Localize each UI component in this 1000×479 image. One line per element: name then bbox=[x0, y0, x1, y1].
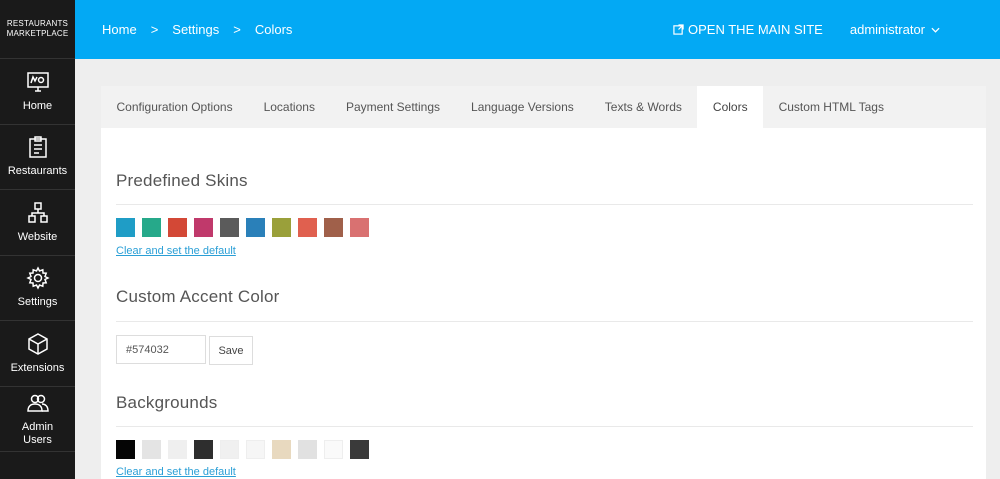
breadcrumb-settings[interactable]: Settings bbox=[172, 22, 219, 37]
background-swatch[interactable] bbox=[194, 440, 213, 459]
breadcrumb-separator: > bbox=[233, 22, 241, 37]
skin-swatch[interactable] bbox=[298, 218, 317, 237]
skin-swatches bbox=[116, 218, 376, 237]
sidebar-item-home[interactable]: Home bbox=[0, 59, 75, 125]
skin-swatch[interactable] bbox=[220, 218, 239, 237]
backgrounds-section: Backgrounds bbox=[116, 393, 973, 413]
background-swatch[interactable] bbox=[324, 440, 343, 459]
sidebar-item-label: Website bbox=[17, 230, 58, 243]
background-swatch[interactable] bbox=[272, 440, 291, 459]
divider bbox=[116, 426, 973, 427]
skin-swatch[interactable] bbox=[116, 218, 135, 237]
background-swatch[interactable] bbox=[246, 440, 265, 459]
skin-swatch[interactable] bbox=[142, 218, 161, 237]
section-title: Predefined Skins bbox=[116, 171, 248, 190]
clear-background-link[interactable]: Clear and set the default bbox=[116, 466, 236, 478]
brand-logo[interactable]: RESTAURANTS MARKETPLACE bbox=[0, 0, 75, 59]
user-name: administrator bbox=[849, 22, 925, 37]
sidebar-item-label-2: Users bbox=[23, 433, 52, 446]
users-icon bbox=[26, 394, 49, 412]
background-swatch[interactable] bbox=[350, 440, 369, 459]
skins-section: Predefined Skins bbox=[116, 171, 973, 191]
top-bar: Home > Settings > Colors OPEN THE MAIN S… bbox=[75, 0, 1000, 59]
sidebar-item-label: Home bbox=[22, 99, 53, 112]
sitemap-icon bbox=[27, 202, 48, 223]
background-swatches bbox=[116, 440, 376, 459]
sidebar-item-website[interactable]: Website bbox=[0, 190, 75, 256]
accent-section: Custom Accent Color bbox=[116, 287, 973, 307]
background-swatch[interactable] bbox=[168, 440, 187, 459]
background-swatch[interactable] bbox=[298, 440, 317, 459]
external-link-icon bbox=[673, 24, 684, 35]
skin-swatch[interactable] bbox=[324, 218, 343, 237]
sidebar-item-label: Settings bbox=[17, 296, 58, 309]
sidebar: RESTAURANTS MARKETPLACE Home Restaurants… bbox=[0, 0, 75, 479]
brand-line-2: MARKETPLACE bbox=[6, 29, 69, 38]
skin-swatch[interactable] bbox=[246, 218, 265, 237]
open-main-site-label: OPEN THE MAIN SITE bbox=[688, 22, 823, 37]
sidebar-item-admin-users[interactable]: Admin Users bbox=[0, 387, 75, 452]
sidebar-item-extensions[interactable]: Extensions bbox=[0, 321, 75, 387]
tab-configuration-options[interactable]: Configuration Options bbox=[101, 86, 248, 128]
clear-skin-link[interactable]: Clear and set the default bbox=[116, 245, 236, 257]
open-main-site-link[interactable]: OPEN THE MAIN SITE bbox=[673, 22, 823, 37]
cube-icon bbox=[27, 332, 48, 355]
tab-colors[interactable]: Colors bbox=[697, 86, 764, 128]
section-title: Custom Accent Color bbox=[116, 287, 280, 306]
sidebar-item-label: Restaurants bbox=[7, 165, 68, 178]
tab-bar: Configuration Options Locations Payment … bbox=[101, 86, 986, 128]
breadcrumb: Home > Settings > Colors bbox=[102, 22, 292, 37]
tab-payment-settings[interactable]: Payment Settings bbox=[330, 86, 455, 128]
user-menu[interactable]: administrator bbox=[850, 22, 940, 37]
skin-swatch[interactable] bbox=[194, 218, 213, 237]
skin-swatch[interactable] bbox=[272, 218, 291, 237]
skin-swatch[interactable] bbox=[350, 218, 369, 237]
save-button[interactable]: Save bbox=[209, 336, 253, 365]
background-swatch[interactable] bbox=[116, 440, 135, 459]
brand-line-1: RESTAURANTS bbox=[6, 19, 69, 28]
section-title: Backgrounds bbox=[116, 393, 218, 412]
gear-icon bbox=[25, 266, 50, 290]
breadcrumb-colors: Colors bbox=[254, 22, 293, 37]
sidebar-item-label: Admin bbox=[21, 420, 54, 433]
settings-panel: Configuration Options Locations Payment … bbox=[101, 86, 986, 479]
tab-language-versions[interactable]: Language Versions bbox=[456, 86, 590, 128]
sidebar-item-settings[interactable]: Settings bbox=[0, 256, 75, 321]
background-swatch[interactable] bbox=[142, 440, 161, 459]
sidebar-item-restaurants[interactable]: Restaurants bbox=[0, 125, 75, 190]
background-swatch[interactable] bbox=[220, 440, 239, 459]
chevron-down-icon bbox=[931, 27, 940, 33]
tab-custom-html-tags[interactable]: Custom HTML Tags bbox=[763, 86, 899, 128]
skin-swatch[interactable] bbox=[168, 218, 187, 237]
sidebar-item-label: Extensions bbox=[10, 361, 65, 374]
divider bbox=[116, 204, 973, 205]
divider bbox=[116, 321, 973, 322]
breadcrumb-home[interactable]: Home bbox=[102, 22, 137, 37]
clipboard-icon bbox=[28, 136, 47, 158]
presentation-board-icon bbox=[26, 72, 49, 92]
accent-color-input[interactable]: #574032 bbox=[116, 335, 206, 364]
tab-locations[interactable]: Locations bbox=[248, 86, 330, 128]
breadcrumb-separator: > bbox=[150, 22, 159, 37]
tab-texts-words[interactable]: Texts & Words bbox=[589, 86, 697, 128]
